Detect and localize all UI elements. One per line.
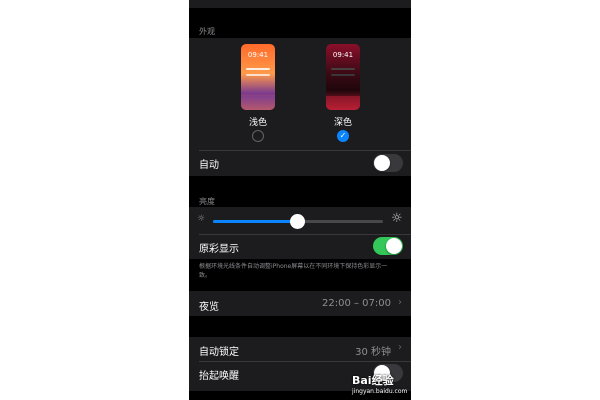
dark-mode-label: 深色	[333, 118, 352, 128]
watermark-url: jingyan.baidu.com	[352, 388, 408, 395]
row-separator	[199, 150, 411, 151]
toggle-knob	[374, 155, 390, 171]
dark-mode-radio-checked[interactable]: ✓	[337, 130, 349, 142]
brightness-slider-fill	[213, 220, 298, 223]
sun-large-icon: ☼	[391, 211, 403, 226]
true-tone-footer: 根据环境光线条件自动调整iPhone屏幕以在不同环境下保持色彩显示一致。	[199, 263, 388, 279]
light-mode-preview[interactable]: 09:41	[241, 44, 275, 110]
chevron-right-icon: ›	[398, 342, 402, 353]
dark-preview-widget	[331, 74, 355, 76]
dark-preview-widget	[331, 68, 355, 70]
watermark-logo-text: Bai经验	[352, 374, 394, 387]
appearance-section-label: 外观	[199, 27, 215, 36]
sun-small-icon: ☼	[197, 214, 206, 224]
light-preview-dock	[241, 96, 275, 110]
row-separator	[199, 234, 411, 235]
light-mode-label: 浅色	[248, 118, 267, 128]
auto-lock-value: 30 秒钟	[355, 347, 391, 358]
dark-preview-time: 09:41	[332, 51, 354, 59]
brightness-section-label: 亮度	[199, 197, 215, 206]
baidu-watermark: Bai经验 jingyan.baidu.com	[352, 372, 407, 395]
light-preview-widget	[246, 74, 270, 76]
auto-lock-label: 自动锁定	[199, 347, 239, 358]
brightness-slider-track[interactable]	[213, 214, 383, 229]
night-shift-value: 22:00 – 07:00	[322, 298, 391, 309]
brightness-slider-thumb[interactable]	[290, 214, 305, 229]
night-shift-row[interactable]: 夜览 22:00 – 07:00 ›	[189, 291, 411, 316]
dark-mode-preview[interactable]: 09:41	[326, 44, 360, 110]
true-tone-toggle[interactable]	[373, 237, 403, 255]
auto-lock-row[interactable]: 自动锁定 30 秒钟 ›	[189, 337, 411, 361]
toggle-knob	[386, 238, 402, 254]
raise-to-wake-label: 抬起唤醒	[199, 371, 239, 382]
light-preview-time: 09:41	[247, 51, 269, 59]
light-preview-widget	[246, 68, 270, 70]
dark-preview-dock	[326, 96, 360, 110]
previous-group-edge	[189, 0, 411, 8]
true-tone-label: 原彩显示	[199, 244, 239, 255]
light-mode-radio[interactable]	[252, 130, 264, 142]
row-separator	[199, 361, 411, 362]
brightness-group: ☼ ☼ 原彩显示	[189, 207, 411, 259]
checkmark-icon: ✓	[339, 131, 347, 140]
chevron-right-icon: ›	[398, 297, 402, 308]
auto-appearance-label: 自动	[199, 160, 219, 171]
appearance-group: 09:41 09:41 浅色 深色 ✓ 自动	[189, 38, 411, 176]
night-shift-label: 夜览	[199, 302, 219, 313]
auto-appearance-toggle[interactable]	[373, 154, 403, 172]
settings-screen: 外观 09:41 09:41 浅色 深色 ✓ 自动 亮度 ☼ ☼ 原彩显示 根据…	[189, 0, 411, 400]
